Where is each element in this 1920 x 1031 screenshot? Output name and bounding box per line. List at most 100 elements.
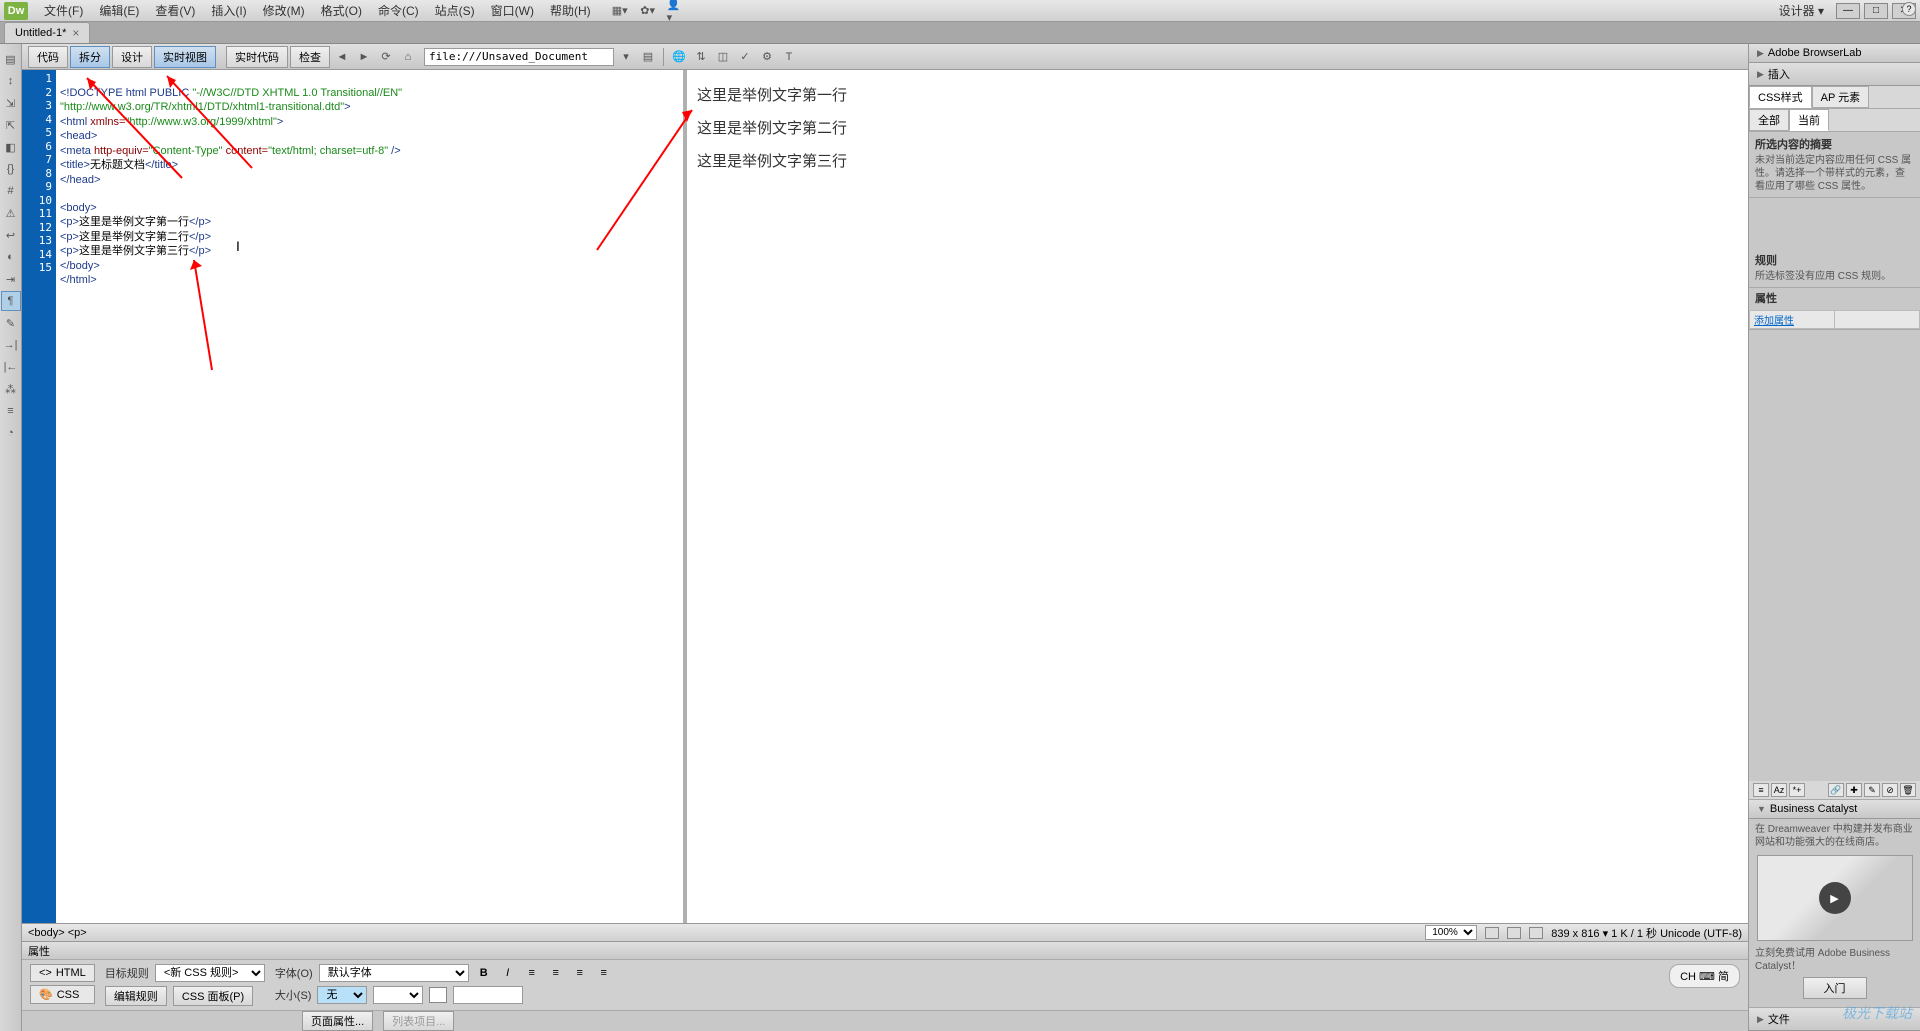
- css-mode-button[interactable]: 🎨 CSS: [30, 985, 95, 1004]
- hand-tool-icon[interactable]: [1507, 927, 1521, 939]
- color-input[interactable]: [453, 986, 523, 1004]
- hidden-chars-icon[interactable]: ¶: [1, 291, 21, 311]
- code-editor[interactable]: <!DOCTYPE html PUBLIC "-//W3C//DTD XHTML…: [56, 70, 683, 923]
- text-color-swatch[interactable]: [429, 987, 447, 1003]
- disable-style-icon[interactable]: ⊘: [1882, 783, 1898, 797]
- edit-style-icon[interactable]: ✎: [1864, 783, 1880, 797]
- syntax-color-icon[interactable]: ◐: [1, 247, 21, 267]
- insert-panel-tab[interactable]: ▶插入: [1749, 63, 1920, 86]
- auto-indent-icon[interactable]: ⇥: [1, 269, 21, 289]
- size-select[interactable]: 无: [317, 986, 367, 1004]
- css-styles-tab[interactable]: CSS样式: [1749, 86, 1812, 108]
- collapse-tag-icon[interactable]: ⇲: [1, 93, 21, 113]
- css-panel-button[interactable]: CSS 面板(P): [173, 986, 253, 1006]
- tag-path[interactable]: <body> <p>: [28, 927, 87, 939]
- view-split-button[interactable]: 拆分: [70, 46, 110, 68]
- size-unit-select[interactable]: [373, 986, 423, 1004]
- menu-edit[interactable]: 编辑(E): [91, 0, 147, 21]
- recent-snippets-icon[interactable]: ◔: [1, 423, 21, 443]
- css-current-tab[interactable]: 当前: [1789, 109, 1829, 131]
- show-code-nav-icon[interactable]: ↕: [1, 71, 21, 91]
- browserlab-panel-tab[interactable]: ▶Adobe BrowserLab: [1749, 44, 1920, 63]
- format-source-icon[interactable]: ≡: [1, 401, 21, 421]
- balance-braces-icon[interactable]: {}: [1, 159, 21, 179]
- menu-modify[interactable]: 修改(M): [255, 0, 313, 21]
- html-mode-button[interactable]: <> HTML: [30, 964, 95, 982]
- view-live-button[interactable]: 实时视图: [154, 46, 216, 68]
- menu-commands[interactable]: 命令(C): [370, 0, 427, 21]
- page-properties-button[interactable]: 页面属性...: [302, 1011, 373, 1031]
- list-view-icon[interactable]: Az: [1771, 783, 1787, 797]
- font-select[interactable]: 默认字体: [319, 964, 469, 982]
- highlight-invalid-icon[interactable]: ⚠: [1, 203, 21, 223]
- add-property-link[interactable]: 添加属性: [1750, 311, 1835, 329]
- menu-view[interactable]: 查看(V): [147, 0, 203, 21]
- zoom-tool-icon[interactable]: [1529, 927, 1543, 939]
- menu-file[interactable]: 文件(F): [36, 0, 91, 21]
- line-numbers-icon[interactable]: #: [1, 181, 21, 201]
- preview-browser-icon[interactable]: 🌐: [669, 48, 689, 66]
- ap-elements-tab[interactable]: AP 元素: [1812, 86, 1870, 108]
- ime-indicator[interactable]: CH ⌨ 简: [1669, 964, 1740, 988]
- target-rule-select[interactable]: <新 CSS 规则>: [155, 964, 265, 982]
- set-view-icon[interactable]: *+: [1789, 783, 1805, 797]
- document-options-icon[interactable]: ▤: [638, 48, 658, 66]
- align-left-button[interactable]: ≡: [523, 965, 541, 981]
- address-dropdown-icon[interactable]: ▾: [616, 48, 636, 66]
- address-input[interactable]: [424, 48, 614, 66]
- minimize-button[interactable]: —: [1836, 3, 1860, 19]
- italic-button[interactable]: I: [499, 965, 517, 981]
- document-tab[interactable]: Untitled-1* ×: [4, 22, 90, 43]
- site-icon[interactable]: 👤▾: [667, 4, 685, 18]
- maximize-button[interactable]: □: [1864, 3, 1888, 19]
- word-wrap-icon[interactable]: ↩: [1, 225, 21, 245]
- validate-icon[interactable]: ✓: [735, 48, 755, 66]
- help-icon[interactable]: ?: [1902, 2, 1916, 16]
- bc-start-button[interactable]: 入门: [1803, 977, 1867, 999]
- live-code-button[interactable]: 实时代码: [226, 46, 288, 68]
- view-code-button[interactable]: 代码: [28, 46, 68, 68]
- extend-icon[interactable]: ✿▾: [639, 4, 657, 18]
- menu-format[interactable]: 格式(O): [313, 0, 370, 21]
- tab-close-icon[interactable]: ×: [72, 26, 79, 40]
- inspect-button[interactable]: 检查: [290, 46, 330, 68]
- business-catalyst-tab[interactable]: ▼Business Catalyst: [1749, 800, 1920, 819]
- bold-button[interactable]: B: [475, 965, 493, 981]
- bc-video-thumbnail[interactable]: ▶: [1757, 855, 1913, 941]
- visual-aids-icon[interactable]: ◫: [713, 48, 733, 66]
- expand-all-icon[interactable]: ⇱: [1, 115, 21, 135]
- home-icon[interactable]: ⌂: [398, 48, 418, 66]
- title-icon[interactable]: T: [779, 48, 799, 66]
- delete-style-icon[interactable]: 🗑: [1900, 783, 1916, 797]
- category-view-icon[interactable]: ≡: [1753, 783, 1769, 797]
- file-management-icon[interactable]: ⇅: [691, 48, 711, 66]
- layout-icon[interactable]: ▦▾: [611, 4, 629, 18]
- check-compat-icon[interactable]: ⚙: [757, 48, 777, 66]
- edit-rule-button[interactable]: 编辑规则: [105, 986, 167, 1006]
- open-documents-icon[interactable]: ▤: [1, 49, 21, 69]
- play-icon[interactable]: ▶: [1819, 882, 1851, 914]
- align-right-button[interactable]: ≡: [571, 965, 589, 981]
- menu-insert[interactable]: 插入(I): [203, 0, 254, 21]
- select-parent-icon[interactable]: ◧: [1, 137, 21, 157]
- align-justify-button[interactable]: ≡: [595, 965, 613, 981]
- new-rule-icon[interactable]: ✚: [1846, 783, 1862, 797]
- back-icon[interactable]: ◄: [332, 48, 352, 66]
- snippet-icon[interactable]: ✎: [1, 313, 21, 333]
- css-props-table[interactable]: 添加属性: [1749, 310, 1920, 329]
- css-all-tab[interactable]: 全部: [1749, 109, 1789, 131]
- outdent-icon[interactable]: |←: [1, 357, 21, 377]
- refresh-icon[interactable]: ⟳: [376, 48, 396, 66]
- select-tool-icon[interactable]: [1485, 927, 1499, 939]
- comment-icon[interactable]: ⁂: [1, 379, 21, 399]
- code-pane[interactable]: 123456789101112131415 <!DOCTYPE html PUB…: [22, 70, 687, 923]
- attach-stylesheet-icon[interactable]: 🔗: [1828, 783, 1844, 797]
- indent-icon[interactable]: →|: [1, 335, 21, 355]
- forward-icon[interactable]: ►: [354, 48, 374, 66]
- menu-site[interactable]: 站点(S): [427, 0, 483, 21]
- files-panel-tab[interactable]: ▶文件: [1749, 1008, 1920, 1031]
- align-center-button[interactable]: ≡: [547, 965, 565, 981]
- menu-window[interactable]: 窗口(W): [483, 0, 542, 21]
- properties-header[interactable]: 属性 ?: [22, 942, 1748, 960]
- zoom-selector[interactable]: 100%: [1425, 925, 1477, 940]
